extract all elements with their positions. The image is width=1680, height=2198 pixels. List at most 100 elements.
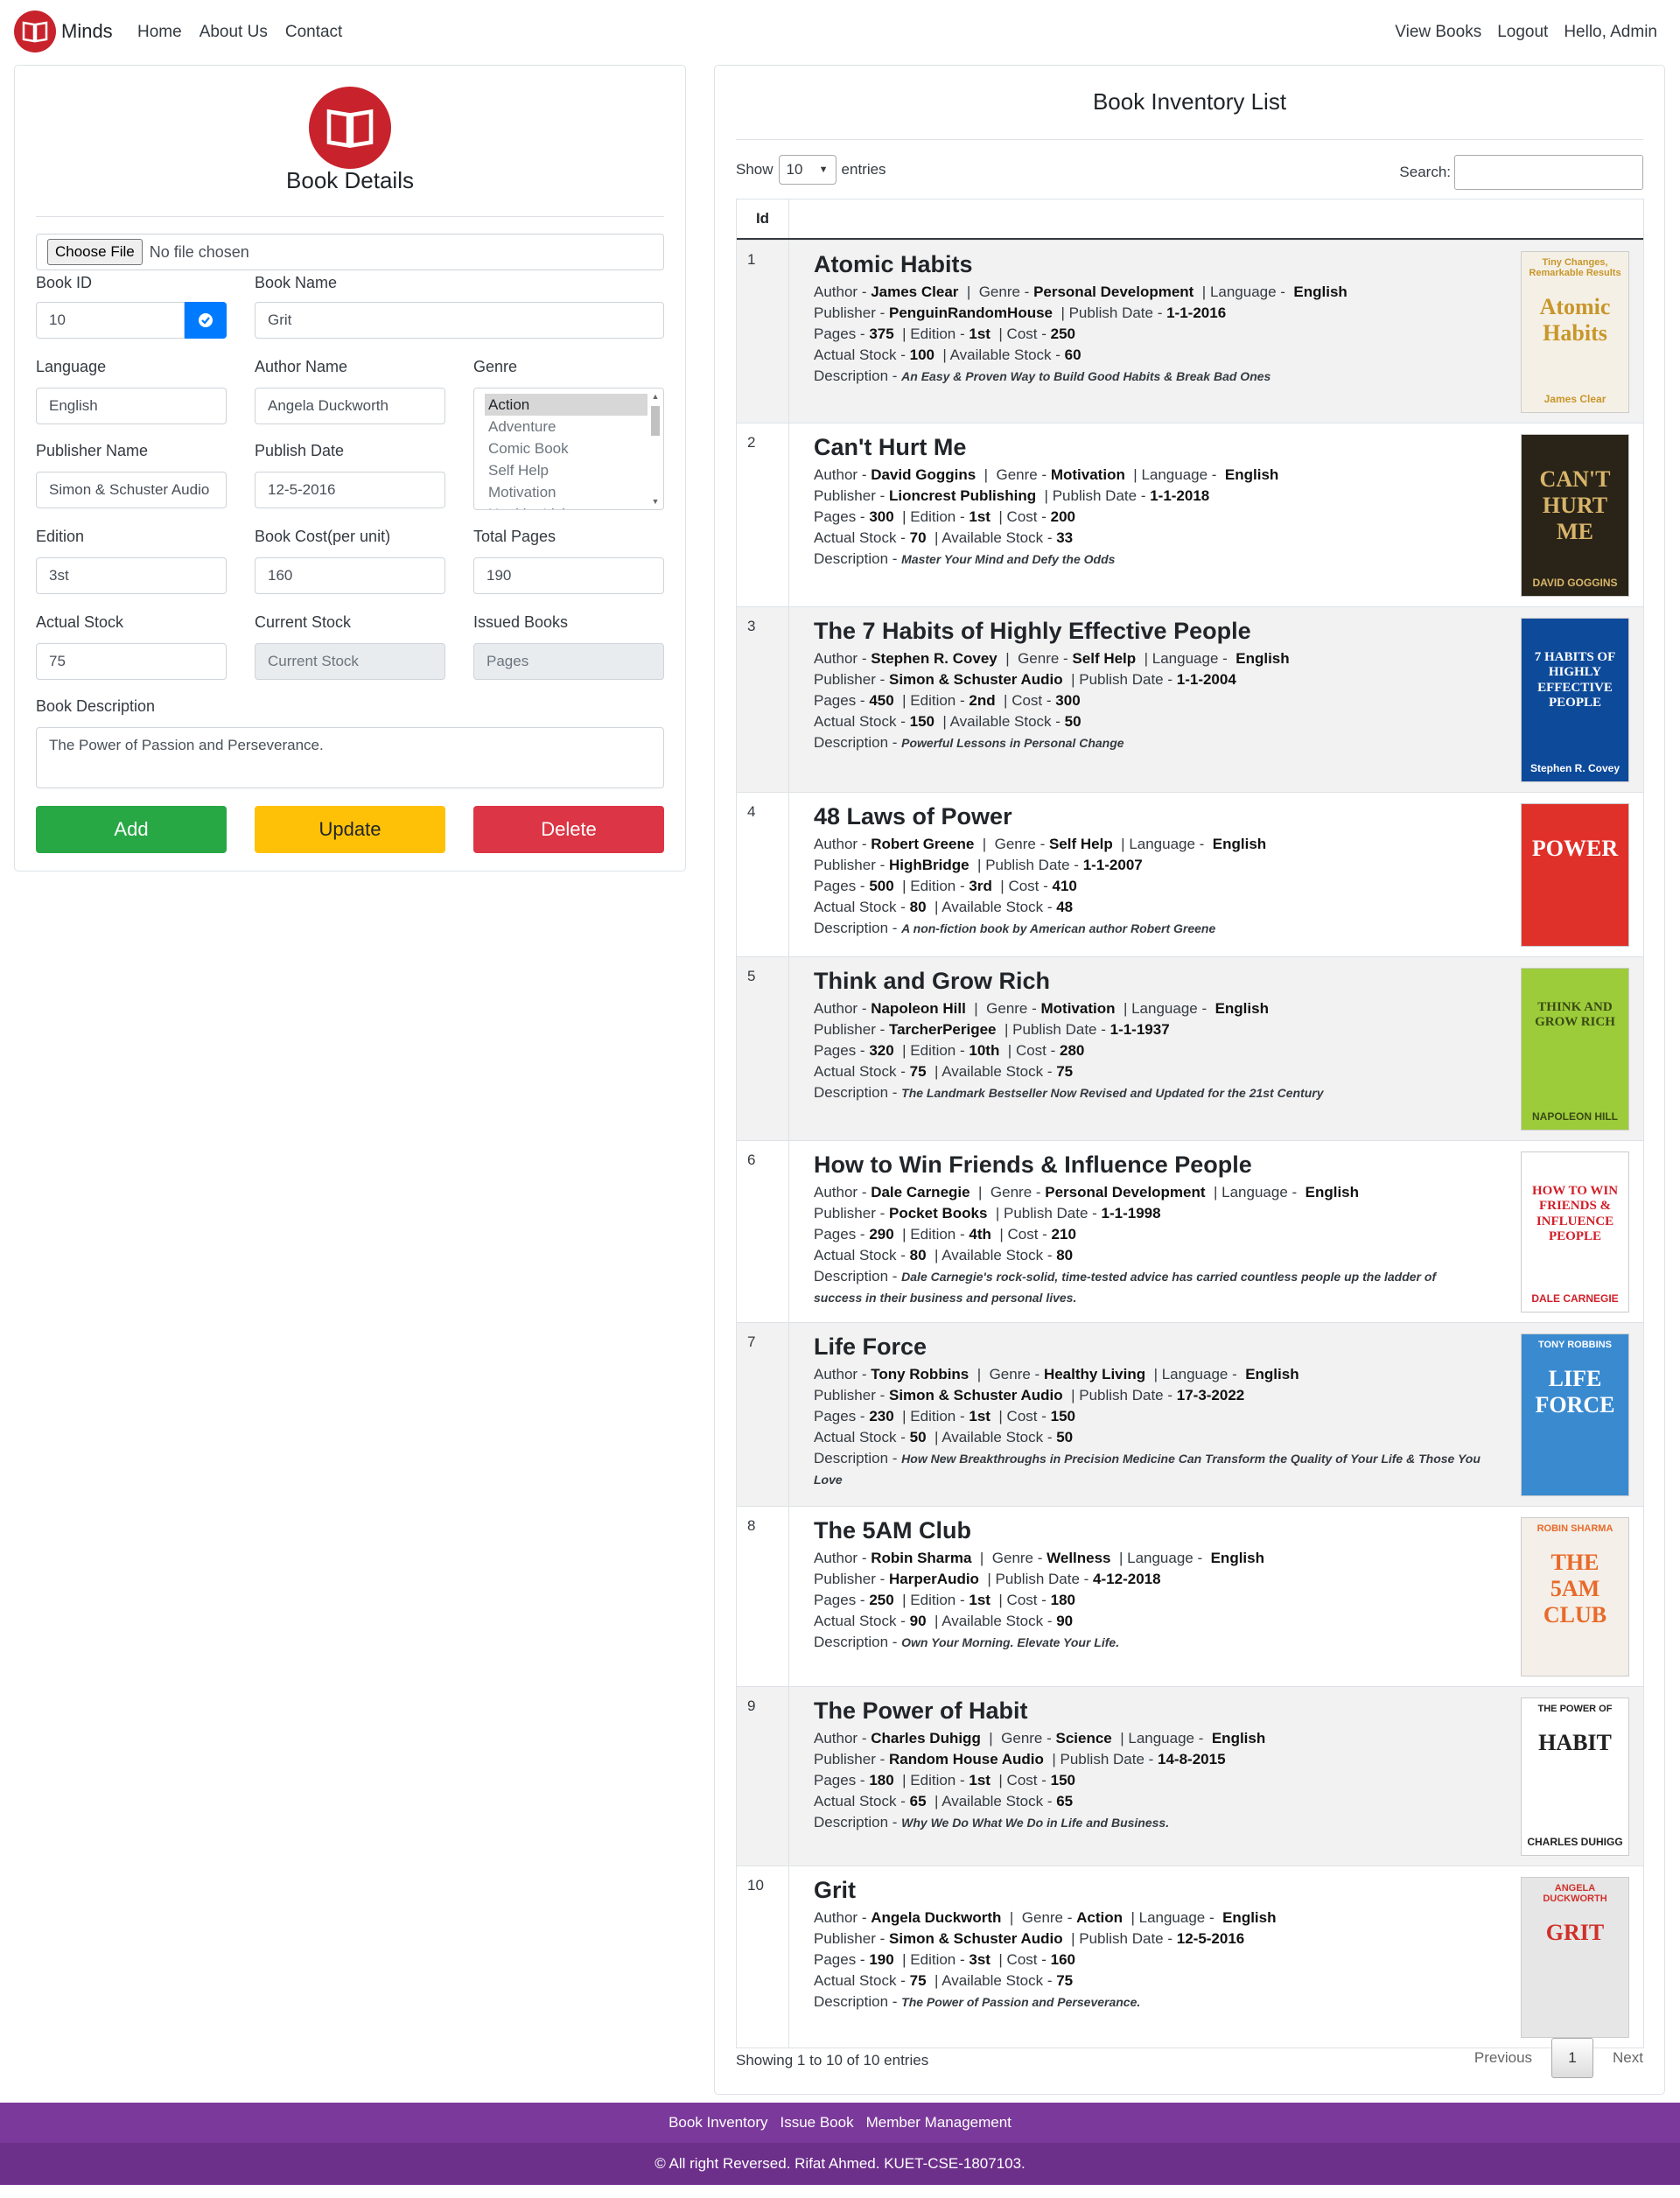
book-description: Description - How New Breakthroughs in P… — [814, 1450, 1480, 1487]
publisher-input[interactable]: Simon & Schuster Audio — [36, 472, 227, 508]
cover-foot-text: Stephen R. Covey — [1530, 762, 1620, 774]
entries-value: 10 — [786, 161, 803, 178]
show-label: Show — [736, 161, 774, 178]
entries-length-control: Show 10 ▼ entries — [736, 155, 886, 185]
book-meta-line-4: Actual Stock - 150 | Available Stock - 5… — [814, 713, 1082, 730]
book-title: 48 Laws of Power — [814, 803, 1012, 830]
delete-button[interactable]: Delete — [473, 806, 664, 853]
search-book-button[interactable] — [185, 302, 227, 339]
book-info-cell: The Power of Habit Author - Charles Duhig… — [789, 1687, 1643, 1866]
nav-about-us[interactable]: About Us — [200, 23, 268, 42]
choose-file-button[interactable]: Choose File — [47, 239, 143, 265]
check-circle-icon — [199, 313, 213, 327]
table-row[interactable]: 3 The 7 Habits of Highly Effective People… — [737, 606, 1643, 792]
book-info-cell: The 5AM Club Author - Robin Sharma | Genr… — [789, 1507, 1643, 1686]
publish-date-input[interactable]: 12-5-2016 — [255, 472, 445, 508]
cost-input[interactable]: 160 — [255, 557, 445, 594]
scroll-down-icon[interactable]: ▼ — [651, 496, 660, 507]
book-meta-line-3: Pages - 300 | Edition - 1st | Cost - 200 — [814, 508, 1075, 525]
id-column-header[interactable]: Id — [737, 200, 789, 238]
table-row[interactable]: 1 Atomic Habits Author - James Clear | Gen… — [737, 240, 1643, 423]
nav-left: Home About Us Contact — [137, 23, 342, 42]
book-info-cell: Life Force Author - Tony Robbins | Genre … — [789, 1323, 1643, 1506]
cover-foot-text: James Clear — [1544, 393, 1606, 405]
divider — [36, 216, 664, 217]
book-meta-line-1: Author - Stephen R. Covey | Genre - Self… — [814, 650, 1290, 667]
nav-user-greeting[interactable]: Hello, Admin — [1564, 23, 1657, 42]
nav-view-books[interactable]: View Books — [1395, 23, 1481, 42]
footer-copyright: © All right Reversed. Rifat Ahmed. KUET-… — [0, 2143, 1680, 2185]
genre-option[interactable]: Healthy Living — [485, 503, 648, 509]
table-row[interactable]: 9 The Power of Habit Author - Charles Duhi… — [737, 1686, 1643, 1866]
book-name-input[interactable]: Grit — [255, 302, 664, 339]
table-row[interactable]: 2 Can't Hurt Me Author - David Goggins | G… — [737, 423, 1643, 606]
pages-input[interactable]: 190 — [473, 557, 664, 594]
nav-right: View Books Logout Hello, Admin — [1395, 23, 1657, 42]
genre-option[interactable]: Action — [485, 394, 648, 416]
scroll-thumb[interactable] — [651, 406, 660, 436]
table-row[interactable]: 5 Think and Grow Rich Author - Napoleon Hi… — [737, 956, 1643, 1140]
cover-foot-text: DAVID GOGGINS — [1532, 577, 1618, 589]
table-row[interactable]: 6 How to Win Friends & Influence People Au… — [737, 1140, 1643, 1322]
nav-contact[interactable]: Contact — [285, 23, 342, 42]
cover-main-text: Atomic Habits — [1539, 294, 1611, 346]
brand-name: Minds — [61, 20, 113, 42]
table-row[interactable]: 4 48 Laws of Power Author - Robert Greene … — [737, 792, 1643, 956]
book-id-cell: 6 — [737, 1141, 789, 1322]
book-meta-line-1: Author - David Goggins | Genre - Motivat… — [814, 466, 1279, 483]
footer-links: Book Inventory Issue Book Member Managem… — [0, 2103, 1680, 2143]
book-info-cell: Think and Grow Rich Author - Napoleon Hil… — [789, 957, 1643, 1140]
add-button[interactable]: Add — [36, 806, 227, 853]
description-textarea[interactable]: The Power of Passion and Perseverance. — [36, 727, 664, 788]
edition-input[interactable]: 3st — [36, 557, 227, 594]
book-description: Description - Own Your Morning. Elevate … — [814, 1634, 1120, 1650]
genre-select[interactable]: Action Adventure Comic Book Self Help Mo… — [473, 388, 664, 510]
genre-option[interactable]: Comic Book — [485, 438, 648, 459]
table-row[interactable]: 10 Grit Author - Angela Duckworth | Genre … — [737, 1866, 1643, 2048]
genre-option[interactable]: Adventure — [485, 416, 648, 438]
table-row[interactable]: 8 The 5AM Club Author - Robin Sharma | Gen… — [737, 1506, 1643, 1686]
footer-issue-book[interactable]: Issue Book — [780, 2114, 853, 2132]
book-id-input[interactable]: 10 — [36, 302, 185, 339]
current-stock-label: Current Stock — [255, 613, 352, 631]
actual-stock-input[interactable]: 75 — [36, 643, 227, 680]
book-info-cell: How to Win Friends & Influence People Aut… — [789, 1141, 1643, 1322]
book-meta-line-2: Publisher - Simon & Schuster Audio | Pub… — [814, 1930, 1245, 1947]
author-input[interactable]: Angela Duckworth — [255, 388, 445, 424]
search-input[interactable] — [1454, 155, 1643, 190]
nav-logout[interactable]: Logout — [1497, 23, 1548, 42]
table-body: 1 Atomic Habits Author - James Clear | Gen… — [737, 240, 1643, 2048]
book-description: Description - Why We Do What We Do in Li… — [814, 1814, 1170, 1830]
language-label: Language — [36, 358, 107, 375]
genre-option[interactable]: Self Help — [485, 459, 648, 481]
info-column-header[interactable] — [789, 200, 1643, 238]
cover-file-input[interactable]: Choose File No file chosen — [36, 234, 664, 270]
nav-home[interactable]: Home — [137, 23, 182, 42]
table-row[interactable]: 7 Life Force Author - Tony Robbins | Genre… — [737, 1322, 1643, 1506]
page-1-button[interactable]: 1 — [1551, 2038, 1594, 2078]
book-cover-image: CAN'T HURT ME DAVID GOGGINS — [1521, 434, 1629, 597]
cover-top-text: Tiny Changes, Remarkable Results — [1529, 257, 1621, 278]
book-cover-image: POWER — [1521, 803, 1629, 947]
book-meta-line-1: Author - Robert Greene | Genre - Self He… — [814, 836, 1267, 852]
search-control: Search: — [1399, 155, 1643, 190]
file-status: No file chosen — [149, 242, 249, 261]
brand[interactable]: Minds — [14, 10, 113, 52]
previous-button[interactable]: Previous — [1474, 2049, 1532, 2067]
cover-main-text: POWER — [1531, 836, 1619, 861]
scroll-up-icon[interactable]: ▲ — [651, 391, 660, 402]
book-meta-line-4: Actual Stock - 80 | Available Stock - 48 — [814, 899, 1074, 915]
inventory-title: Book Inventory List — [1092, 88, 1287, 115]
language-input[interactable]: English — [36, 388, 227, 424]
book-meta-line-3: Pages - 450 | Edition - 2nd | Cost - 300 — [814, 692, 1081, 709]
book-meta-line-2: Publisher - TarcherPerigee | Publish Dat… — [814, 1021, 1170, 1038]
update-button[interactable]: Update — [255, 806, 445, 853]
current-stock-input: Current Stock — [255, 643, 445, 680]
footer-book-inventory[interactable]: Book Inventory — [668, 2114, 767, 2132]
cover-top-text: TONY ROBBINS — [1538, 1340, 1612, 1350]
next-button[interactable]: Next — [1613, 2049, 1643, 2067]
cost-label: Book Cost(per unit) — [255, 528, 391, 545]
entries-select[interactable]: 10 ▼ — [778, 155, 836, 185]
footer-member-management[interactable]: Member Management — [866, 2114, 1012, 2132]
genre-option[interactable]: Motivation — [485, 481, 648, 503]
